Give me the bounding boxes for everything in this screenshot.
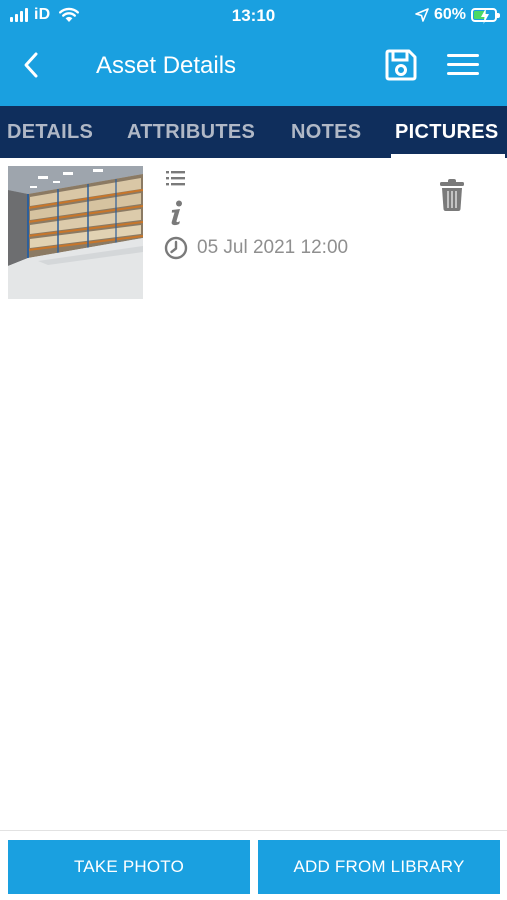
take-photo-button[interactable]: TAKE PHOTO (8, 840, 250, 894)
picture-thumbnail[interactable] (8, 166, 143, 299)
back-button[interactable] (14, 48, 48, 82)
app-header: Asset Details (0, 32, 507, 106)
picture-item (0, 158, 507, 308)
clock-icon (164, 236, 188, 260)
charging-bolt-icon (481, 8, 489, 24)
tab-pictures[interactable]: PICTURES (391, 106, 505, 158)
add-from-library-button[interactable]: ADD FROM LIBRARY (258, 840, 500, 894)
tab-details[interactable]: DETAILS (7, 106, 93, 158)
status-right: 60% (415, 6, 500, 24)
info-icon[interactable] (168, 200, 186, 226)
bottom-action-bar: TAKE PHOTO ADD FROM LIBRARY (0, 830, 507, 900)
warehouse-photo (8, 166, 143, 299)
list-icon[interactable] (166, 170, 186, 186)
location-arrow-icon (415, 8, 429, 22)
back-chevron-icon (24, 52, 38, 78)
save-floppy-icon (385, 49, 417, 81)
picture-datetime: 05 Jul 2021 12:00 (197, 237, 349, 258)
tab-notes[interactable]: NOTES (291, 106, 361, 158)
battery-percent: 60% (433, 6, 466, 23)
tab-attributes[interactable]: ATTRIBUTES (127, 106, 255, 158)
hamburger-menu-icon (447, 54, 479, 75)
tab-bar: DETAILS ATTRIBUTES NOTES PICTURES (0, 106, 507, 158)
page-title: Asset Details (96, 52, 237, 79)
battery-charging-icon (471, 8, 500, 24)
save-button[interactable] (384, 48, 418, 82)
trash-icon[interactable] (438, 178, 466, 212)
status-bar: iD 13:10 60% (0, 0, 507, 32)
menu-button[interactable] (446, 50, 480, 80)
